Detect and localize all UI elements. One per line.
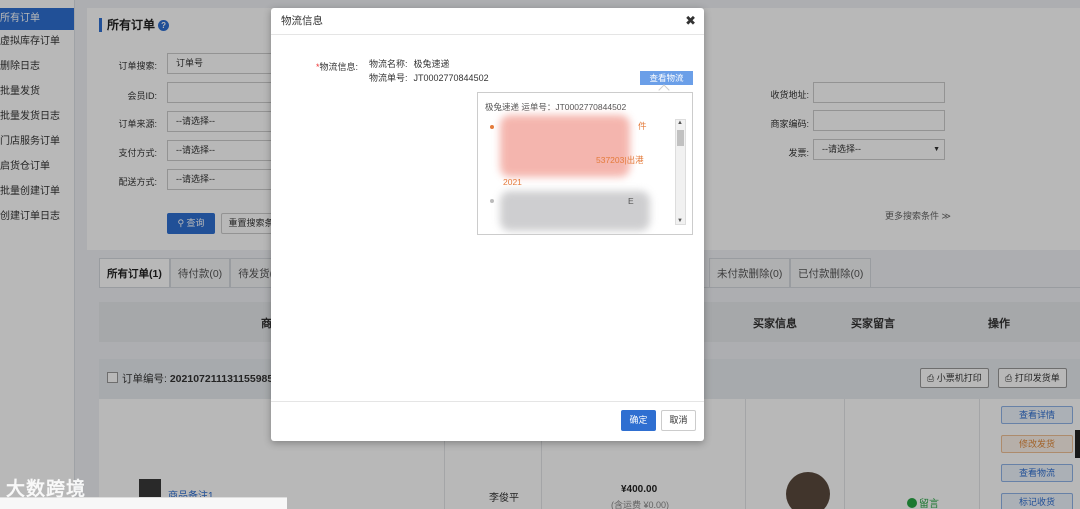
logistics-name-value: 极兔速递 (413, 59, 450, 69)
tracking-text: E (628, 196, 634, 206)
logistics-name: 物流名称: 极兔速递 (369, 57, 450, 70)
logistics-field-text: 物流信息: (319, 62, 359, 72)
tracking-popover: 极兔速递 运单号：JT0002770844502 件 537203|出港 202… (477, 92, 693, 235)
scrollbar-thumb[interactable] (677, 130, 684, 146)
tracking-text: 件 (638, 121, 647, 131)
logistics-field-label: *物流信息: (316, 60, 358, 73)
close-icon[interactable]: ✖ (685, 13, 696, 29)
watermark-logo: 大数跨境 (6, 479, 87, 500)
tracking-header: 极兔速递 运单号：JT0002770844502 (485, 102, 627, 112)
logistics-number-key: 物流单号: (369, 73, 408, 83)
scroll-up-icon[interactable]: ▲ (677, 120, 683, 126)
modal-footer: 确定 取消 (271, 401, 704, 441)
logistics-number-value: JT0002770844502 (413, 73, 489, 83)
logistics-name-key: 物流名称: (369, 59, 408, 69)
cancel-button[interactable]: 取消 (661, 410, 696, 431)
tracking-text: 2021 (503, 177, 522, 187)
timeline-dot (490, 125, 494, 129)
tracking-scrollbar[interactable]: ▲ ▼ (675, 119, 686, 225)
logistics-modal: 物流信息 ✖ *物流信息: 物流名称: 极兔速递 物流单号: JT000277084… (271, 8, 704, 441)
timeline-dot (490, 199, 494, 203)
modal-title: 物流信息 (271, 8, 704, 35)
scroll-down-icon[interactable]: ▼ (677, 218, 683, 224)
redacted-block (500, 115, 630, 177)
logistics-number: 物流单号: JT0002770844502 (369, 71, 489, 84)
view-logistics-popup-button[interactable]: 查看物流 (640, 71, 693, 85)
confirm-button[interactable]: 确定 (621, 410, 656, 431)
tracking-text: 537203|出港 (596, 155, 644, 165)
